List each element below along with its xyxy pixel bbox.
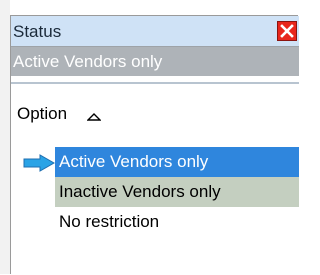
- list-item[interactable]: Active Vendors only: [55, 147, 299, 177]
- column-header-option[interactable]: Option: [11, 84, 299, 134]
- status-lookup-popup: Status Active Vendors only Option Active…: [10, 15, 299, 275]
- current-value-text: Active Vendors only: [13, 52, 163, 71]
- popup-title-bar[interactable]: Status: [11, 16, 299, 46]
- list-item-label: Inactive Vendors only: [59, 182, 221, 201]
- list-item-label: No restriction: [59, 212, 160, 231]
- options-list: Option Active Vendors only Inactive Vend…: [11, 82, 299, 275]
- close-icon: [280, 24, 294, 38]
- list-item-label: Active Vendors only: [59, 152, 209, 171]
- sort-ascending-icon: [87, 113, 101, 121]
- popup-title: Status: [13, 22, 62, 41]
- current-row-arrow-icon: [23, 154, 55, 172]
- background: [0, 0, 10, 274]
- list-item[interactable]: No restriction: [55, 207, 299, 237]
- close-button[interactable]: [277, 21, 297, 41]
- column-header-label: Option: [17, 104, 68, 123]
- list-item[interactable]: Inactive Vendors only: [55, 177, 299, 207]
- current-value-field[interactable]: Active Vendors only: [11, 46, 299, 76]
